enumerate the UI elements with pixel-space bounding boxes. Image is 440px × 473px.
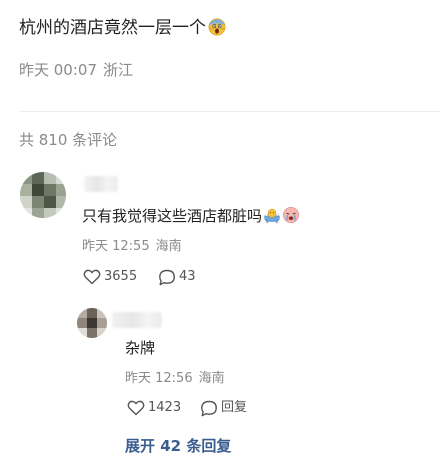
crying-face-icon — [283, 207, 299, 223]
comment-count: 共 810 条评论 — [19, 131, 118, 149]
reply-meta: 昨天 12:56 海南 — [125, 370, 225, 388]
comment-body: 只有我觉得这些酒店都脏吗 — [82, 207, 263, 225]
bath-emoji-icon — [264, 208, 280, 224]
avatar[interactable] — [20, 172, 66, 218]
post-title-text: 杭州的酒店竟然一层一个 — [19, 18, 206, 38]
post-detail-screen: 杭州的酒店竟然一层一个 昨天 00:07 浙江 共 810 条评论 只有我觉得这… — [0, 0, 440, 473]
reply-action-label: 回复 — [221, 400, 248, 415]
comment-time: 昨天 12:55 — [82, 239, 150, 254]
comment-location: 海南 — [155, 239, 182, 254]
post-meta: 昨天 00:07 浙江 — [19, 60, 133, 80]
like-button[interactable]: 3655 — [83, 268, 137, 286]
reply-username-redacted[interactable] — [112, 312, 162, 328]
avatar-image — [77, 308, 107, 338]
heart-icon — [83, 269, 101, 285]
reply-text: 杂牌 — [125, 339, 156, 357]
post-time: 昨天 00:07 — [19, 61, 97, 79]
reply-time: 昨天 12:56 — [125, 371, 193, 386]
expand-replies-link[interactable]: 展开 42 条回复 — [125, 436, 231, 456]
username-redacted[interactable] — [84, 176, 118, 192]
reply-location: 海南 — [198, 371, 225, 386]
reply-avatar[interactable] — [77, 308, 107, 338]
divider — [19, 111, 440, 112]
comment-bubble-icon — [159, 269, 175, 285]
scream-face-icon — [208, 18, 226, 36]
post-title: 杭州的酒店竟然一层一个 — [19, 16, 226, 40]
reply-like-button[interactable]: 1423 — [127, 399, 181, 417]
like-count: 3655 — [104, 269, 138, 284]
comment-text: 只有我觉得这些酒店都脏吗 — [82, 206, 300, 226]
post-location: 浙江 — [103, 61, 134, 79]
reply-button[interactable]: 43 — [158, 268, 196, 286]
avatar-image — [20, 172, 66, 218]
reply-like-count: 1423 — [148, 400, 182, 415]
reply-reply-button[interactable]: 回复 — [200, 399, 247, 417]
reply-count: 43 — [179, 269, 196, 284]
heart-icon — [127, 400, 145, 416]
comment-meta: 昨天 12:55 海南 — [82, 238, 182, 256]
comment-bubble-icon — [201, 400, 217, 416]
